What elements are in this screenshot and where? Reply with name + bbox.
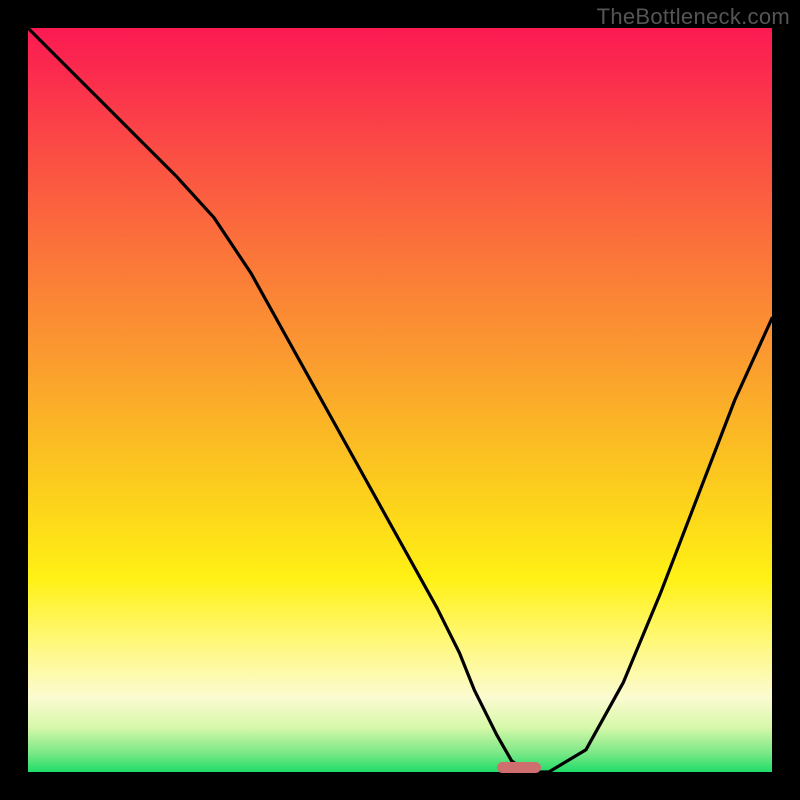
plot-area bbox=[28, 28, 772, 772]
optimal-marker bbox=[497, 762, 542, 773]
watermark-text: TheBottleneck.com bbox=[597, 4, 790, 30]
chart-frame: TheBottleneck.com bbox=[0, 0, 800, 800]
bottleneck-curve bbox=[28, 28, 772, 772]
